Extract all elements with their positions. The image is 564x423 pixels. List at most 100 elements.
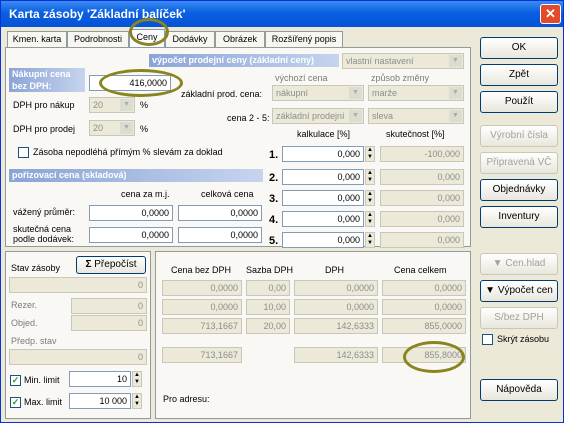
pct-sign: % [140,100,149,110]
tab-rozsireny-popis[interactable]: Rozšířený popis [265,31,343,47]
min-limit-spinner[interactable]: ▲ ▼ [132,371,142,387]
arrow-down-icon: ▼ [367,154,373,160]
tab-kmen-karta[interactable]: Kmen. karta [7,31,67,47]
highlight-oval [403,341,465,373]
arrow-down-icon: ▼ [367,177,373,183]
zakladni-vychozi-select[interactable]: nákupní ▼ [272,85,364,101]
objed-value: 0 [71,315,147,331]
filter-icon: ▼ [485,285,496,296]
cena-bez-dph-cell: 0,0000 [162,299,242,315]
arrow-up-icon: ▲ [134,394,140,400]
kalkulace-spinner[interactable]: ▲ ▼ [365,211,375,227]
kalkulace-spinner[interactable]: ▲ ▼ [365,190,375,206]
dph-cell: 0,0000 [294,280,378,296]
predp-stav-value: 0 [9,349,147,365]
kalkulace-input[interactable]: 0,000 [282,169,364,185]
cena-bez-dph-cell: 713,1667 [162,318,242,334]
porizovaci-cena-title: pořizovací cena (skladová) [9,169,263,182]
stav-zasoby-label: Stav zásoby [11,263,61,273]
cena-celkem-cell: 855,0000 [382,318,466,334]
dph-prodej-select[interactable]: 20 ▼ [89,120,135,136]
vazeny-prumer-label: vážený průměr: [13,207,76,217]
pro-adresu-label: Pro adresu: [163,394,210,404]
chevron-down-icon: ▼ [120,99,133,111]
vazeny-celk-value: 0,0000 [178,205,262,221]
zakladni-vychozi-value: nákupní [276,88,309,98]
sazba-dph-header: Sazba DPH [246,265,294,275]
row-number: 1. [269,149,279,161]
arrow-down-icon: ▼ [367,219,373,225]
zasoba-label: Zásoba nepodléhá přímým % slevám za dokl… [33,147,223,157]
sazba-dph-cell: 20,00 [246,318,290,334]
cena-celkem-header: Cena celkem [394,265,447,275]
napoveda-button[interactable]: Nápověda [480,379,558,401]
skutecna-cena-label: skutečná cena podle dodávek: [13,224,75,244]
dph-nakup-value: 20 [93,100,104,110]
zpusob-zmeny-header: způsob změny [371,73,430,83]
kalkulace-input[interactable]: 0,000 [282,211,364,227]
vypocet-mode-select[interactable]: vlastní nastavení ▼ [342,53,464,69]
skryt-zasobu-checkbox[interactable] [482,334,493,345]
celkova-cena-header: celková cena [201,189,254,199]
kalkulace-input[interactable]: 0,000 [282,232,364,248]
tab-obrazek[interactable]: Obrázek [215,31,265,47]
zakladni-zpusob-select[interactable]: marže ▼ [368,85,464,101]
s-bez-dph-button[interactable]: S/bez DPH [480,307,558,329]
chevron-down-icon: ▼ [349,110,362,122]
cena25-zpusob-select[interactable]: sleva ▼ [368,108,464,124]
skutecnost-header: skutečnost [%] [386,129,445,139]
min-limit-input[interactable]: 10 [69,371,131,387]
skutecna-mj-value: 0,0000 [89,227,173,243]
close-button[interactable]: ✕ [540,4,561,24]
cena-bez-dph-header: Cena bez DPH [171,265,232,275]
kalkulace-input[interactable]: 0,000 [282,146,364,162]
max-limit-checkbox[interactable]: ✓ [10,397,21,408]
tab-dodavky[interactable]: Dodávky [165,31,215,47]
zasoba-checkbox[interactable] [18,147,29,158]
dph-prodej-label: DPH pro prodej [13,124,76,134]
tab-podrobnosti[interactable]: Podrobnosti [67,31,129,47]
cen-hlad-button[interactable]: ▼ Cen.hlad [480,253,558,275]
pouzit-button[interactable]: Použít [480,91,558,113]
highlight-oval [129,18,169,46]
sazba-dph-cell: 0,00 [246,280,290,296]
chevron-down-icon: ▼ [349,87,362,99]
row-number: 4. [269,214,279,226]
ok-button[interactable]: OK [480,37,558,59]
skryt-zasobu-label: Skrýt zásobu [497,334,550,344]
inventury-button[interactable]: Inventury [480,206,558,228]
chevron-down-icon: ▼ [120,122,133,134]
kalkulace-input[interactable]: 0,000 [282,190,364,206]
skutecnost-value: 0,000 [380,169,464,185]
vyrobni-cisla-button[interactable]: Výrobní čísla [480,125,558,147]
objed-label: Objed. [11,318,38,328]
skutecnost-value: 0,000 [380,190,464,206]
prepocist-button[interactable]: Σ Přepočíst [76,256,146,274]
kalkulace-spinner[interactable]: ▲ ▼ [365,146,375,162]
cena25-vychozi-value: základní prodejní [276,111,345,121]
dph-cell: 142,6333 [294,318,378,334]
kalkulace-spinner[interactable]: ▲ ▼ [365,232,375,248]
dph-cell: 0,0000 [294,299,378,315]
objednavky-button[interactable]: Objednávky [480,179,558,201]
arrow-up-icon: ▲ [367,233,373,239]
max-limit-label: Max. limit [24,397,62,407]
arrow-up-icon: ▲ [367,147,373,153]
pripravena-vc-button[interactable]: Připravená VČ [480,152,558,174]
dph-nakup-select[interactable]: 20 ▼ [89,97,135,113]
row-number: 5. [269,235,279,247]
vypocet-cen-button[interactable]: ▼ Výpočet cen [480,280,558,302]
zpet-button[interactable]: Zpět [480,64,558,86]
chevron-down-icon: ▼ [449,110,462,122]
dph-nakup-label: DPH pro nákup [13,100,75,110]
cena-mj-header: cena za m.j. [121,189,170,199]
prepocist-label: Přepočíst [94,259,137,270]
max-limit-input[interactable]: 10 000 [69,393,131,409]
kalkulace-spinner[interactable]: ▲ ▼ [365,169,375,185]
kalkulace-header: kalkulace [%] [297,129,351,139]
max-limit-spinner[interactable]: ▲ ▼ [132,393,142,409]
predp-stav-label: Předp. stav [11,336,57,346]
min-limit-checkbox[interactable]: ✓ [10,375,21,386]
dph-header: DPH [325,265,345,275]
cena25-vychozi-select[interactable]: základní prodejní ▼ [272,108,364,124]
